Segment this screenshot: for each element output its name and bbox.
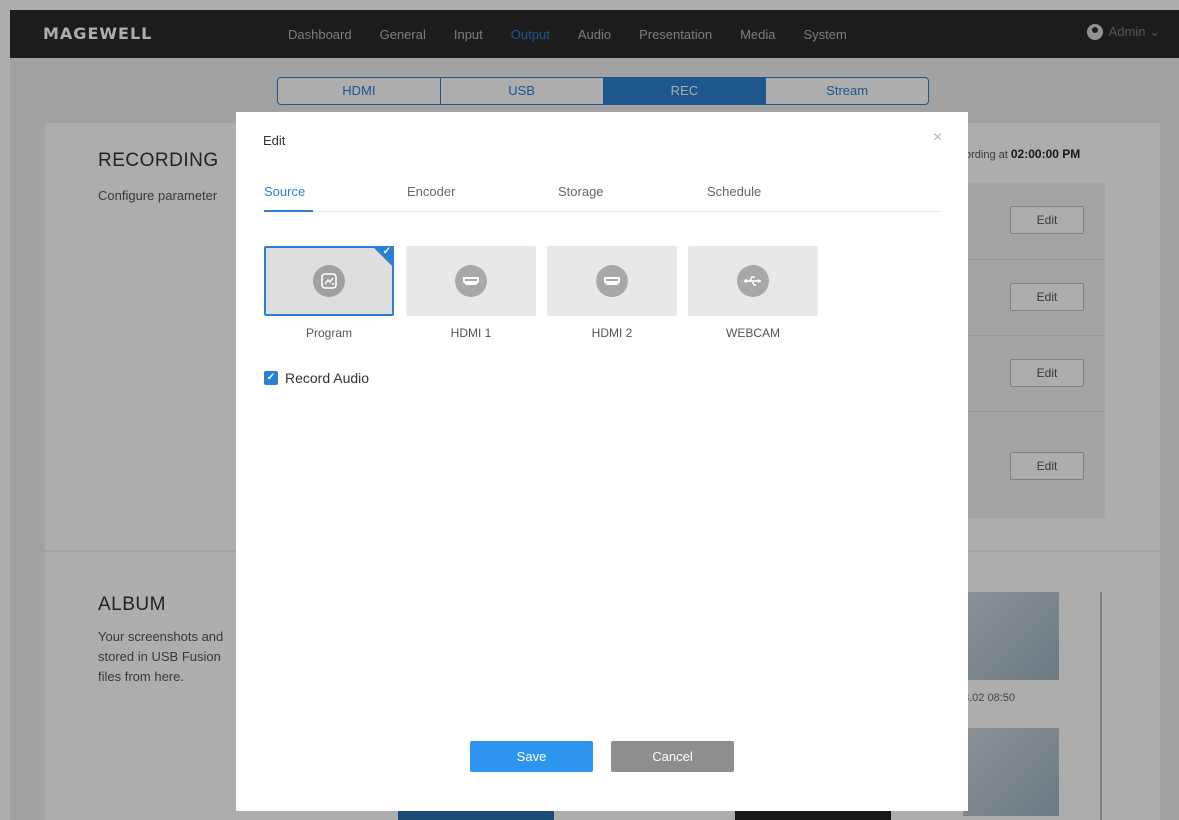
check-icon: ✓ <box>382 246 391 257</box>
source-hdmi1[interactable] <box>406 246 536 316</box>
source-program[interactable]: ✓ <box>264 246 394 316</box>
source-label: WEBCAM <box>726 326 780 340</box>
record-audio-label[interactable]: Record Audio <box>285 370 369 386</box>
source-label: HDMI 2 <box>591 326 633 340</box>
close-icon[interactable]: × <box>933 129 942 147</box>
source-label: HDMI 1 <box>450 326 492 340</box>
dialog-title: Edit <box>263 133 286 148</box>
cancel-button[interactable]: Cancel <box>611 741 734 772</box>
source-webcam[interactable] <box>688 246 818 316</box>
usb-icon <box>737 265 769 297</box>
tab-encoder[interactable]: Encoder <box>407 184 455 199</box>
edit-dialog: Edit × Source Encoder Storage Schedule ✓ <box>236 112 968 811</box>
hdmi-icon <box>596 265 628 297</box>
tab-source[interactable]: Source <box>264 184 305 199</box>
tab-schedule[interactable]: Schedule <box>707 184 761 199</box>
tab-storage[interactable]: Storage <box>558 184 604 199</box>
hdmi-icon <box>455 265 487 297</box>
dialog-tabs: Source Encoder Storage Schedule <box>264 184 940 212</box>
active-tab-indicator <box>264 210 313 212</box>
source-hdmi2[interactable] <box>547 246 677 316</box>
record-audio-checkbox[interactable]: ✓ <box>264 371 278 385</box>
save-button[interactable]: Save <box>470 741 593 772</box>
source-label: Program <box>305 326 352 340</box>
program-icon <box>313 265 345 297</box>
